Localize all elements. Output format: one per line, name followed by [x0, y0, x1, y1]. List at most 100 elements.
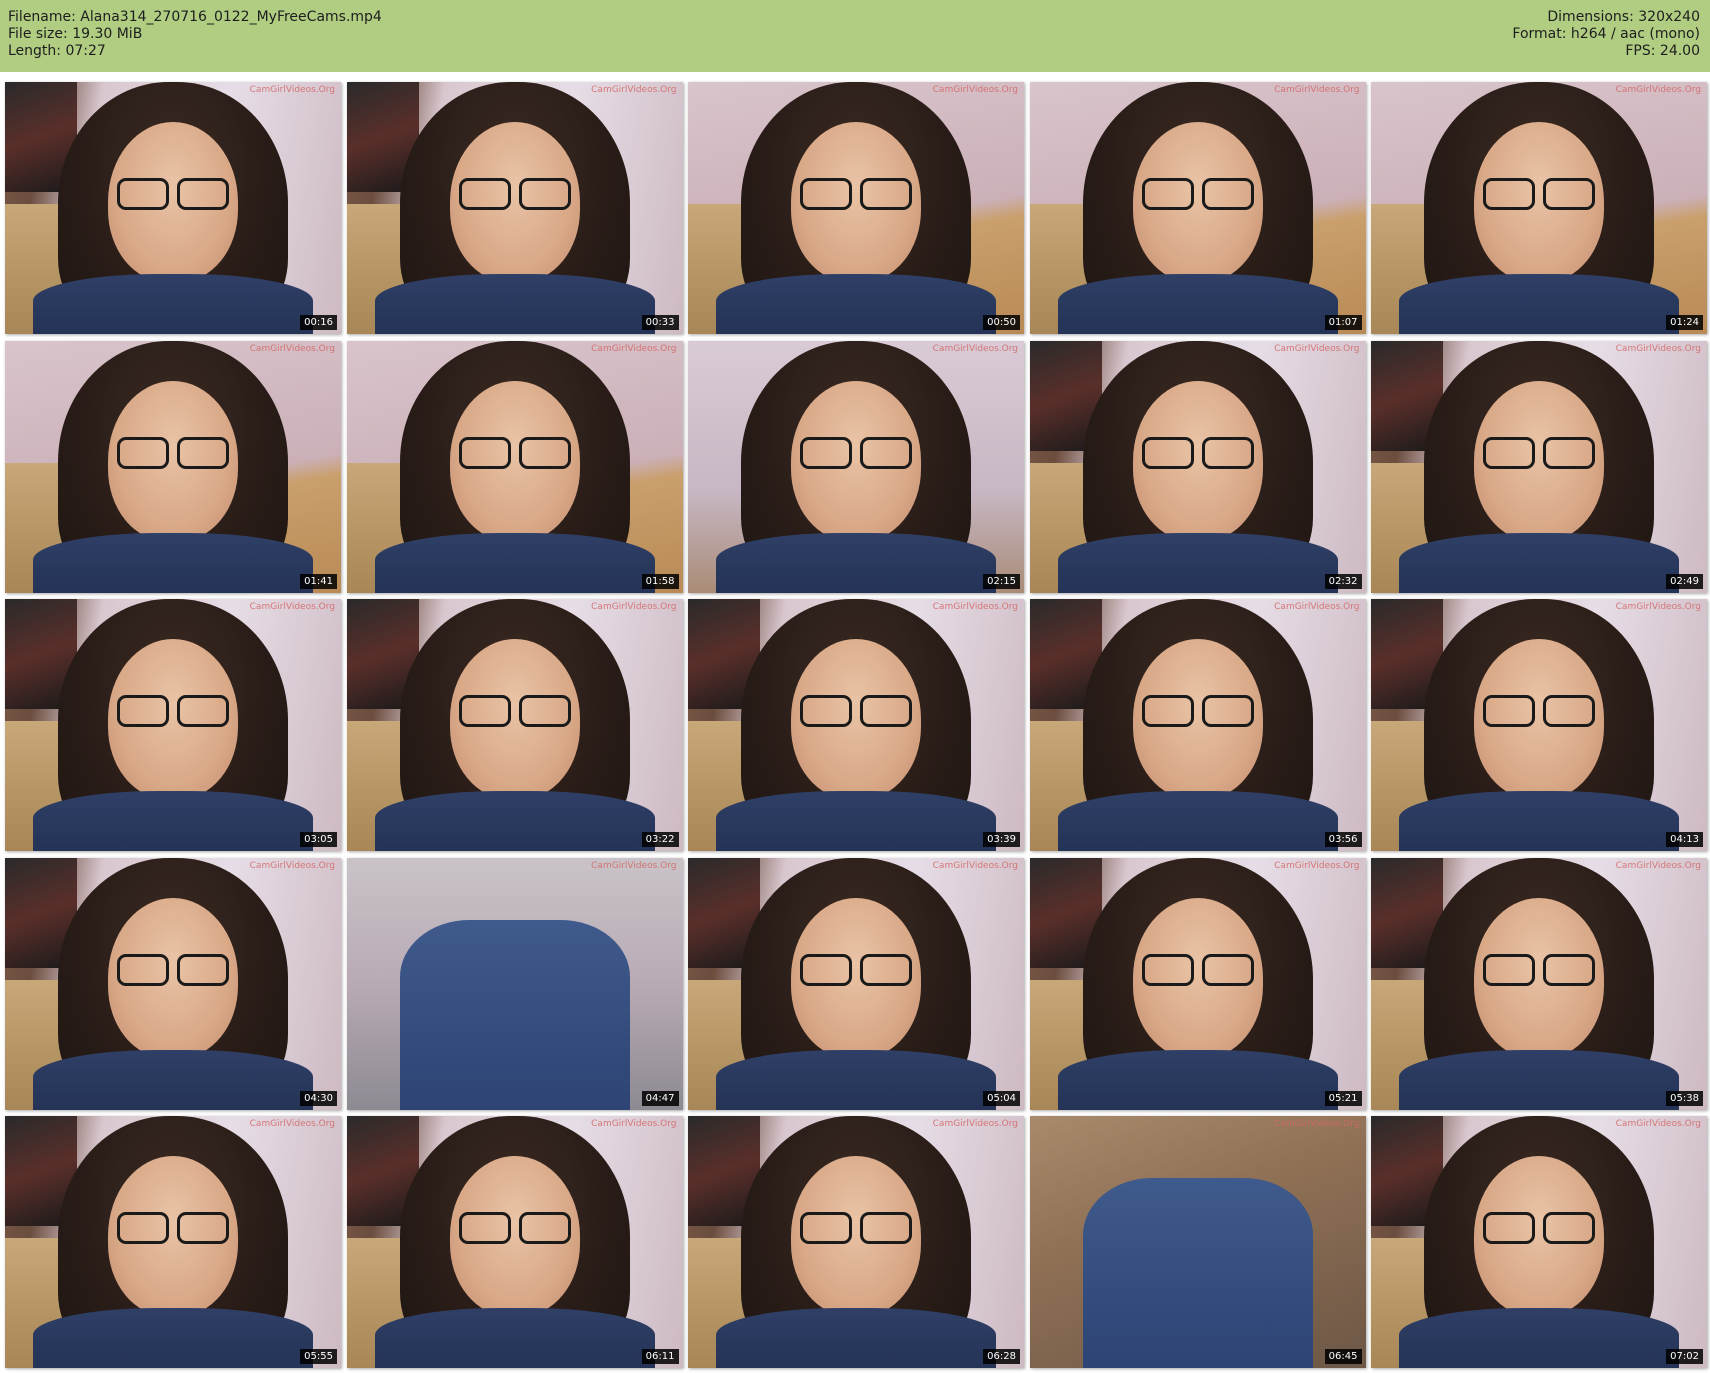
video-thumbnail[interactable]: CamGirlVideos.Org 07:02	[1371, 1116, 1707, 1368]
glasses	[1483, 436, 1595, 469]
timestamp-label: 01:07	[1324, 315, 1362, 330]
video-thumbnail[interactable]: CamGirlVideos.Org 02:32	[1029, 340, 1366, 593]
shirt	[1399, 532, 1679, 593]
glasses	[1141, 695, 1254, 727]
watermark-text: CamGirlVideos.Org	[249, 860, 335, 871]
watermark-text: CamGirlVideos.Org	[249, 343, 335, 354]
watermark-text: CamGirlVideos.Org	[1274, 1119, 1360, 1129]
video-thumbnail[interactable]: CamGirlVideos.Org 00:33	[346, 82, 683, 334]
shirt	[33, 532, 313, 593]
video-thumbnail[interactable]: CamGirlVideos.Org 04:13	[1371, 599, 1707, 851]
shirt	[374, 274, 655, 334]
thumbnail-grid: CamGirlVideos.Org 00:16 CamGirlVideos.Org 0…	[5, 82, 1707, 1368]
video-thumbnail[interactable]: CamGirlVideos.Org 03:05	[5, 599, 341, 851]
glasses	[1483, 695, 1595, 727]
shirt	[399, 919, 630, 1110]
video-thumbnail[interactable]: CamGirlVideos.Org 06:28	[688, 1116, 1024, 1368]
shirt	[1057, 532, 1338, 593]
watermark-text: CamGirlVideos.Org	[1274, 343, 1360, 354]
shirt	[33, 1049, 313, 1110]
timestamp-label: 03:05	[300, 832, 337, 847]
timestamp-label: 04:13	[1666, 832, 1703, 847]
watermark-text: CamGirlVideos.Org	[1615, 602, 1701, 612]
video-thumbnail[interactable]: CamGirlVideos.Org 03:39	[688, 599, 1024, 851]
shirt	[1057, 1049, 1338, 1110]
timestamp-label: 02:49	[1666, 573, 1703, 589]
watermark-text: CamGirlVideos.Org	[591, 602, 677, 612]
video-thumbnail[interactable]: CamGirlVideos.Org 06:45	[1029, 1116, 1366, 1368]
watermark-text: CamGirlVideos.Org	[1274, 860, 1360, 871]
timestamp-label: 06:11	[641, 1349, 679, 1364]
glasses	[458, 178, 571, 210]
video-thumbnail[interactable]: CamGirlVideos.Org 00:50	[688, 82, 1024, 334]
shirt	[716, 1049, 996, 1110]
shirt	[716, 791, 996, 851]
timestamp-label: 05:38	[1666, 1090, 1703, 1106]
glasses	[117, 953, 229, 986]
watermark-text: CamGirlVideos.Org	[932, 602, 1018, 612]
video-thumbnail[interactable]: CamGirlVideos.Org 00:16	[5, 82, 341, 334]
glasses	[117, 178, 229, 210]
glasses	[800, 436, 912, 469]
video-thumbnail[interactable]: CamGirlVideos.Org 02:15	[688, 340, 1024, 593]
video-thumbnail[interactable]: CamGirlVideos.Org 01:07	[1029, 82, 1366, 334]
shirt	[33, 274, 313, 334]
timestamp-label: 06:28	[983, 1349, 1020, 1364]
watermark-text: CamGirlVideos.Org	[249, 602, 335, 612]
timestamp-label: 04:47	[641, 1090, 679, 1106]
timestamp-label: 01:41	[300, 573, 337, 589]
video-thumbnail[interactable]: CamGirlVideos.Org 05:21	[1029, 857, 1366, 1110]
watermark-text: CamGirlVideos.Org	[932, 343, 1018, 354]
video-thumbnail[interactable]: CamGirlVideos.Org 05:55	[5, 1116, 341, 1368]
shirt	[374, 791, 655, 851]
shirt	[374, 532, 655, 593]
glasses	[1483, 953, 1595, 986]
glasses	[117, 1212, 229, 1244]
glasses	[1483, 178, 1595, 210]
shirt	[1399, 791, 1679, 851]
video-thumbnail[interactable]: CamGirlVideos.Org 02:49	[1371, 340, 1707, 593]
video-thumbnail[interactable]: CamGirlVideos.Org 01:58	[346, 340, 683, 593]
video-thumbnail[interactable]: CamGirlVideos.Org 01:41	[5, 340, 341, 593]
video-thumbnail[interactable]: CamGirlVideos.Org 04:30	[5, 857, 341, 1110]
glasses	[458, 1212, 571, 1244]
shirt	[1399, 1308, 1679, 1368]
video-thumbnail[interactable]: CamGirlVideos.Org 05:04	[688, 857, 1024, 1110]
watermark-text: CamGirlVideos.Org	[591, 85, 677, 95]
filename-text: Filename: Alana314_270716_0122_MyFreeCam…	[8, 9, 382, 25]
glasses	[1141, 178, 1254, 210]
timestamp-label: 05:04	[983, 1090, 1020, 1106]
watermark-text: CamGirlVideos.Org	[249, 1119, 335, 1129]
timestamp-label: 07:02	[1666, 1349, 1703, 1364]
video-thumbnail[interactable]: CamGirlVideos.Org 05:38	[1371, 857, 1707, 1110]
timestamp-label: 03:22	[641, 832, 679, 847]
video-thumbnail[interactable]: CamGirlVideos.Org 04:47	[346, 857, 683, 1110]
timestamp-label: 01:24	[1666, 315, 1703, 330]
glasses	[1483, 1212, 1595, 1244]
watermark-text: CamGirlVideos.Org	[1615, 1119, 1701, 1129]
timestamp-label: 03:39	[983, 832, 1020, 847]
timestamp-label: 02:15	[983, 573, 1020, 589]
timestamp-label: 05:55	[300, 1349, 337, 1364]
timestamp-label: 04:30	[300, 1090, 337, 1106]
video-thumbnail[interactable]: CamGirlVideos.Org 06:11	[346, 1116, 683, 1368]
glasses	[458, 436, 571, 469]
glasses	[458, 695, 571, 727]
file-info-right: Dimensions: 320x240 Format: h264 / aac (…	[1512, 9, 1700, 60]
watermark-text: CamGirlVideos.Org	[1615, 343, 1701, 354]
watermark-text: CamGirlVideos.Org	[932, 1119, 1018, 1129]
watermark-text: CamGirlVideos.Org	[591, 860, 677, 871]
dimensions-text: Dimensions: 320x240	[1547, 9, 1700, 25]
file-info-left: Filename: Alana314_270716_0122_MyFreeCam…	[8, 9, 382, 60]
video-thumbnail[interactable]: CamGirlVideos.Org 03:22	[346, 599, 683, 851]
watermark-text: CamGirlVideos.Org	[1274, 602, 1360, 612]
shirt	[1082, 1178, 1313, 1368]
watermark-text: CamGirlVideos.Org	[932, 860, 1018, 871]
watermark-text: CamGirlVideos.Org	[1615, 85, 1701, 95]
fps-text: FPS: 24.00	[1625, 43, 1700, 59]
glasses	[1141, 953, 1254, 986]
watermark-text: CamGirlVideos.Org	[249, 85, 335, 95]
video-thumbnail[interactable]: CamGirlVideos.Org 01:24	[1371, 82, 1707, 334]
video-thumbnail[interactable]: CamGirlVideos.Org 03:56	[1029, 599, 1366, 851]
timestamp-label: 00:50	[983, 315, 1020, 330]
